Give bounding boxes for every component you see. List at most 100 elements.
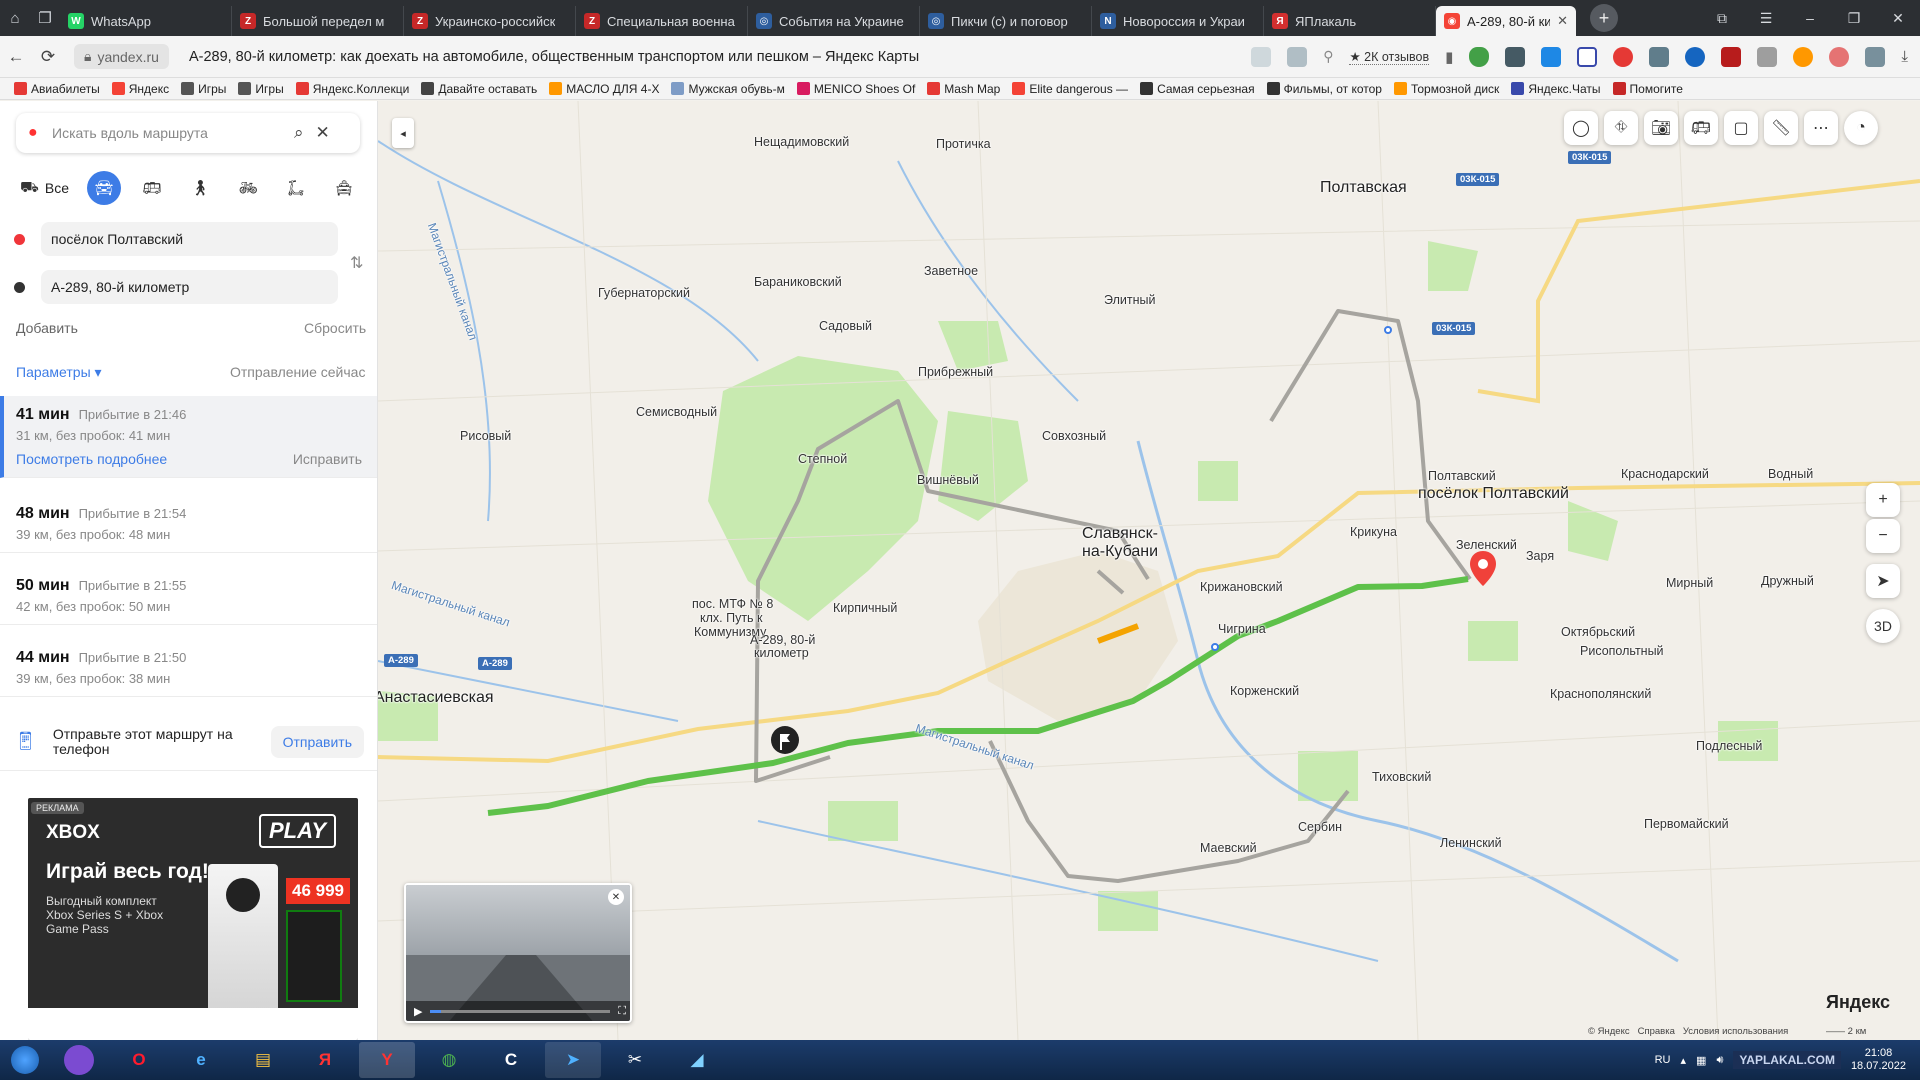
snipping-tool-icon[interactable]: ✂ [607,1042,663,1078]
yandex-logo[interactable]: Яндекс [1826,992,1890,1013]
tab[interactable]: Я ЯПлакаль [1264,6,1436,36]
bookmark-item[interactable]: Давайте оставать [421,82,537,96]
from-field[interactable]: посёлок Полтавский [41,222,338,256]
reset-link[interactable]: Сбросить [304,320,366,336]
mode-public-transport[interactable]: 🚌︎ [135,171,169,205]
place-label[interactable]: Мирный [1666,576,1713,590]
place-label[interactable]: Рисовый [460,429,511,443]
place-label[interactable]: Октябрьский [1561,625,1635,639]
place-label[interactable]: Губернаторский [598,286,690,300]
place-label[interactable]: Рисопольтный [1580,644,1664,658]
tab[interactable]: Z Специальная военна [576,6,748,36]
ie-icon[interactable]: e [173,1042,229,1078]
place-label[interactable]: Дружный [1761,574,1814,588]
route-fix-link[interactable]: Исправить [293,451,362,467]
restore-button[interactable]: ❐ [1832,10,1876,27]
app-icon[interactable]: ◢ [669,1042,725,1078]
tab[interactable]: ◎ Пикчи (с) и поговор [920,6,1092,36]
terms-link[interactable]: Условия использования [1683,1026,1788,1037]
place-label[interactable]: Крикуна [1350,525,1397,539]
place-label[interactable]: Прибрежный [918,365,993,379]
back-button[interactable]: ← [0,47,32,67]
my-location-icon[interactable]: ➤ [1866,564,1900,598]
fullscreen-icon[interactable]: ⛶ [618,1005,626,1018]
bookmark-item[interactable]: МАСЛО ДЛЯ 4-Х [549,82,659,96]
bookmark-panel-icon[interactable]: ⧉ [1700,10,1744,27]
place-label[interactable]: Краснодарский [1621,467,1709,481]
mode-scooter[interactable]: 🛴︎ [279,171,313,205]
extensions-menu-icon[interactable] [1865,46,1886,67]
tab-active[interactable]: ◉ А-289, 80-й килом ✕ [1436,6,1576,36]
place-label[interactable]: Тиховский [1372,770,1431,784]
place-label[interactable]: Семисводный [636,405,717,419]
bookmark-item[interactable]: Яндекс.Чаты [1511,82,1601,96]
place-label[interactable]: Славянск- [1082,525,1158,543]
extension-icon[interactable] [1829,46,1850,67]
place-label[interactable]: Краснополянский [1550,687,1651,701]
tab[interactable]: N Новороссия и Украи [1092,6,1264,36]
search-along-route-input[interactable] [52,125,282,141]
place-label[interactable]: километр [754,646,809,660]
tab-manager-icon[interactable]: ❐ [30,0,60,36]
route-option[interactable]: 50 мин Прибытие в 21:55 42 км, без пробок:… [0,567,377,625]
yandex-app-icon[interactable]: Y [359,1042,415,1078]
ad-banner[interactable]: РЕКЛАМА XBOX PLAY Играй весь год! Выгодн… [28,798,358,1040]
layers-icon[interactable]: ◯ [1564,111,1598,145]
extension-icon[interactable] [1505,46,1526,67]
tab[interactable]: ◎ События на Украине [748,6,920,36]
tray-arrow-icon[interactable]: ▴ [1681,1054,1687,1067]
place-label[interactable]: Полтавская [1320,179,1407,197]
place-label[interactable]: Ленинский [1440,836,1502,850]
tab[interactable]: W WhatsApp [60,6,232,36]
mode-all[interactable]: ⛟ Все [16,171,73,205]
collapse-panel-button[interactable]: ◂ [392,118,414,148]
place-label[interactable]: клх. Путь к [700,611,763,625]
send-button[interactable]: Отправить [270,725,364,758]
departure-time[interactable]: Отправление сейчас [230,364,365,380]
mode-taxi[interactable]: 🚖︎ [327,171,361,205]
volume-icon[interactable]: 🔊︎ [1716,1054,1723,1067]
protect-shield-icon[interactable] [1469,46,1490,67]
play-icon[interactable]: ▶ [414,1005,422,1018]
downloads-icon[interactable]: ⤓ [1901,48,1908,65]
traffic-icon[interactable]: ⛗ [1604,111,1638,145]
to-field[interactable]: А-289, 80-й километр [41,270,338,304]
map-type-icon[interactable]: ▢ [1724,111,1758,145]
place-label[interactable]: посёлок Полтавский [1418,485,1569,503]
new-tab-button[interactable]: + [1590,4,1618,32]
mode-walk[interactable]: 🚶︎ [183,171,217,205]
place-label[interactable]: Степной [798,452,847,466]
place-label[interactable]: Заря [1526,549,1554,563]
extension-box-icon[interactable] [1577,46,1598,67]
place-label[interactable]: Сербин [1298,820,1342,834]
place-label[interactable]: Садовый [819,319,872,333]
route-details-link[interactable]: Посмотреть подробнее [16,451,167,467]
zoom-in-button[interactable]: + [1866,483,1900,517]
swap-points-icon[interactable]: ⇅ [350,253,363,273]
mode-car[interactable]: 🚘︎ [87,171,121,205]
minimize-button[interactable]: – [1788,10,1832,27]
route-option-selected[interactable]: 41 мин Прибытие в 21:46 31 км, без пробок:… [0,396,377,478]
bookmark-icon[interactable]: ▮ [1445,48,1453,66]
reload-button[interactable]: ⟳ [32,47,64,67]
place-label[interactable]: Заветное [924,264,978,278]
more-icon[interactable]: ⋯ [1804,111,1838,145]
help-link[interactable]: Справка [1638,1026,1675,1037]
close-video-icon[interactable]: ✕ [608,889,624,905]
bookmark-item[interactable]: Мужская обувь-м [671,82,785,96]
view-3d-button[interactable]: 3D [1866,609,1900,643]
extension-icon[interactable] [1793,46,1814,67]
clock[interactable]: 21:08 18.07.2022 [1851,1047,1906,1073]
alice-icon[interactable] [64,1045,94,1075]
bookmark-item[interactable]: MENICO Shoes Of [796,82,915,96]
avatar[interactable]: ◔ [1844,111,1878,145]
explorer-icon[interactable]: ▤ [235,1042,291,1078]
transport-layer-icon[interactable]: 🚌︎ [1684,111,1718,145]
bookmark-item[interactable]: Elite dangerous — [1012,82,1128,96]
bookmark-item[interactable]: Mash Map [927,82,1000,96]
bookmark-item[interactable]: Самая серьезная [1140,82,1255,96]
place-label[interactable]: Подлесный [1696,739,1762,753]
vpn-icon[interactable] [1685,46,1706,67]
close-icon[interactable]: ✕ [316,123,330,143]
ublock-icon[interactable] [1721,46,1742,67]
